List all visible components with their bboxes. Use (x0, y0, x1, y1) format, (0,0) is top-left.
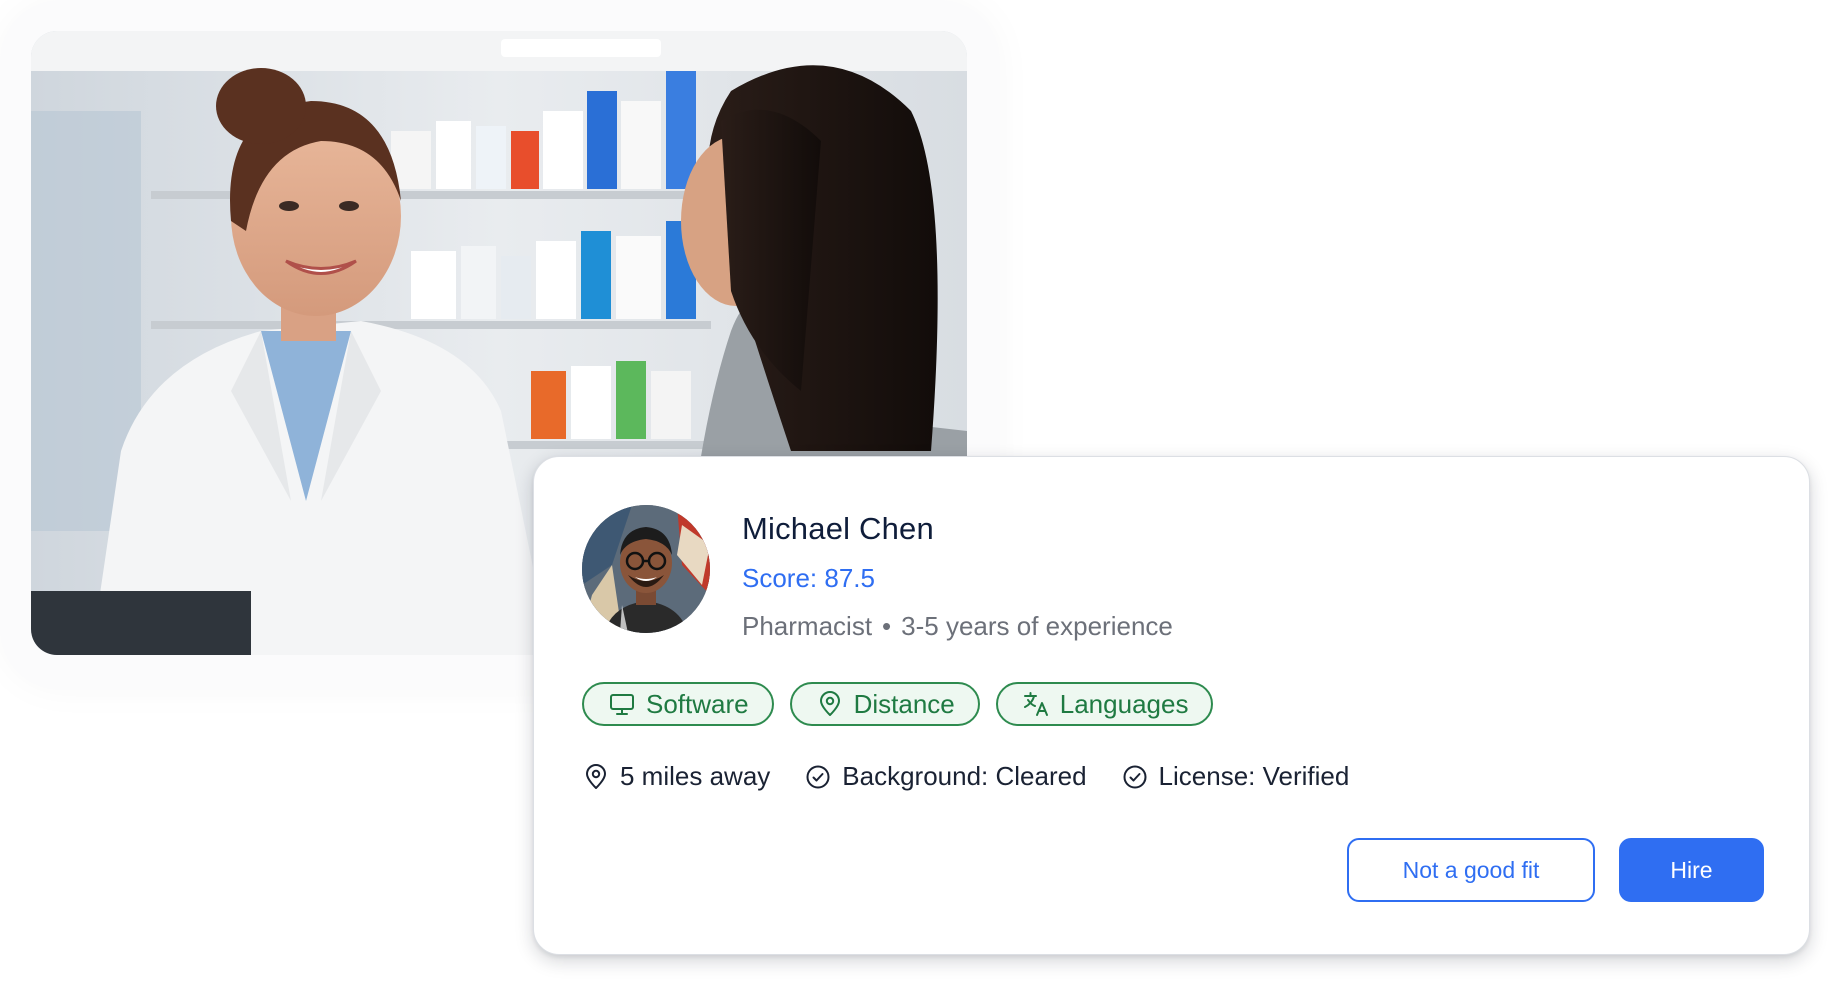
tag-label: Distance (853, 688, 955, 719)
fact-label: License: Verified (1158, 761, 1350, 791)
monitor-icon (608, 690, 636, 718)
candidate-experience: 3-5 years of experience (901, 611, 1173, 641)
fact-background: Background: Cleared (804, 761, 1087, 792)
candidate-facts: 5 miles away Background: Cleared License… (582, 761, 1349, 792)
not-a-good-fit-button[interactable]: Not a good fit (1347, 838, 1595, 902)
candidate-score: Score: 87.5 (742, 563, 875, 593)
tag-label: Languages (1059, 688, 1189, 719)
tag-distance[interactable]: Distance (789, 682, 980, 726)
translate-icon (1022, 690, 1050, 718)
avatar-photo (582, 505, 710, 633)
check-circle-icon (804, 763, 832, 791)
tag-software[interactable]: Software (582, 682, 774, 726)
check-circle-icon (1121, 763, 1149, 791)
fact-license: License: Verified (1121, 761, 1350, 792)
fact-label: Background: Cleared (842, 761, 1087, 791)
location-pin-icon (582, 763, 610, 791)
fact-distance: 5 miles away (582, 761, 770, 792)
fact-label: 5 miles away (620, 761, 771, 791)
candidate-avatar (582, 505, 710, 633)
tag-label: Software (646, 688, 749, 719)
candidate-subline: Pharmacist • 3-5 years of experience (742, 611, 1173, 642)
candidate-name: Michael Chen (742, 511, 934, 546)
candidate-role: Pharmacist (742, 611, 873, 641)
page: Michael Chen Score: 87.5 Pharmacist • 3-5 … (0, 0, 1836, 1000)
match-tags: Software Distance Languages (582, 682, 1214, 726)
separator-dot: • (882, 611, 892, 641)
hire-button[interactable]: Hire (1619, 838, 1764, 902)
candidate-card: Michael Chen Score: 87.5 Pharmacist • 3-5 … (533, 456, 1810, 955)
tag-languages[interactable]: Languages (995, 682, 1214, 726)
location-pin-icon (816, 690, 844, 718)
